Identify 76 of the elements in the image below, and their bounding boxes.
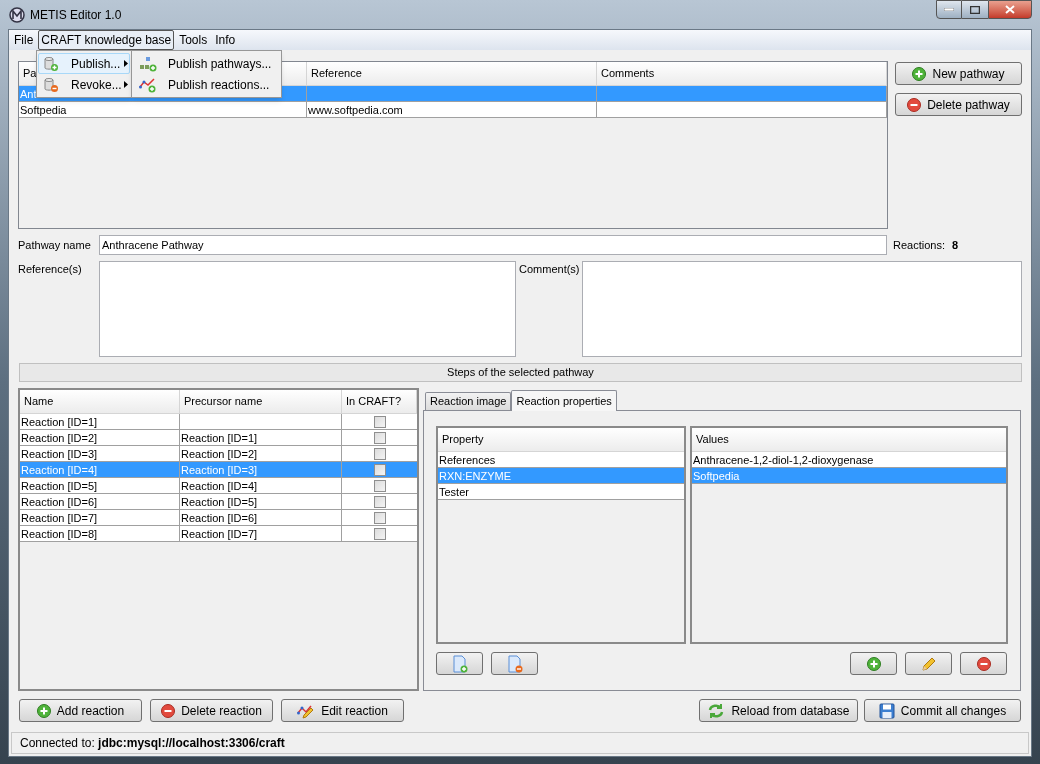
field-label: Comment(s) bbox=[519, 262, 581, 277]
window-title: METIS Editor 1.0 bbox=[30, 6, 122, 24]
pencil-icon bbox=[920, 655, 937, 672]
minus-icon bbox=[161, 703, 176, 718]
pathway-name-field[interactable]: Anthracene Pathway bbox=[99, 235, 887, 255]
reload-button[interactable]: Reload from database bbox=[699, 699, 858, 722]
database-add-icon bbox=[43, 55, 59, 72]
field-label: Reference(s) bbox=[18, 262, 83, 277]
table-cell: www.softpedia.com bbox=[307, 102, 597, 118]
menu-item[interactable]: Info bbox=[212, 30, 239, 50]
close-icon bbox=[1005, 5, 1015, 14]
add-reaction-button[interactable]: Add reaction bbox=[19, 699, 142, 722]
table-cell: Reaction [ID=7] bbox=[180, 526, 342, 542]
checkbox[interactable] bbox=[373, 431, 386, 444]
tab[interactable]: Reaction image bbox=[425, 392, 512, 410]
edit-value-button[interactable] bbox=[905, 652, 952, 675]
remove-property-button[interactable] bbox=[491, 652, 538, 675]
graph-plus-icon bbox=[139, 76, 157, 93]
column-header[interactable]: In CRAFT? bbox=[342, 390, 417, 414]
new-pathway-button[interactable]: New pathway bbox=[895, 62, 1022, 85]
list-item[interactable]: References bbox=[438, 452, 684, 468]
checkbox[interactable] bbox=[373, 415, 386, 428]
plus-icon bbox=[36, 703, 51, 718]
remove-value-button[interactable] bbox=[960, 652, 1007, 675]
add-property-button[interactable] bbox=[436, 652, 483, 675]
submenu-arrow-icon bbox=[124, 60, 128, 67]
edit-reaction-button[interactable]: Edit reaction bbox=[281, 699, 404, 722]
menu-item[interactable]: Publish pathways... bbox=[133, 53, 280, 74]
maximize-icon bbox=[970, 5, 980, 14]
refresh-icon bbox=[707, 702, 726, 719]
menu-item[interactable]: File bbox=[11, 30, 37, 50]
reactions-count: 8 bbox=[952, 237, 959, 253]
minus-icon bbox=[907, 97, 922, 112]
field-label: Reactions: bbox=[893, 237, 945, 253]
minimize-button[interactable] bbox=[936, 0, 962, 19]
commit-button[interactable]: Commit all changes bbox=[864, 699, 1021, 722]
file-add-icon bbox=[451, 654, 468, 673]
file-remove-icon bbox=[506, 654, 523, 673]
app-logo-icon bbox=[9, 6, 25, 23]
menu-item[interactable]: CRAFT knowledge base bbox=[38, 30, 175, 50]
minimize-icon bbox=[944, 8, 954, 11]
plus-icon bbox=[912, 66, 927, 81]
references-field[interactable] bbox=[98, 261, 516, 357]
field-label: Pathway name bbox=[18, 237, 92, 253]
checkbox[interactable] bbox=[373, 447, 386, 460]
column-header[interactable]: Values bbox=[692, 428, 1006, 452]
maximize-button[interactable] bbox=[962, 0, 988, 19]
column-header[interactable]: Precursor name bbox=[180, 390, 342, 414]
column-header[interactable]: Property bbox=[438, 428, 684, 452]
checkbox[interactable] bbox=[373, 479, 386, 492]
diagram-plus-icon bbox=[139, 55, 157, 72]
close-button[interactable] bbox=[988, 0, 1032, 19]
list-item[interactable]: Anthracene-1,2-diol-1,2-dioxygenase bbox=[692, 452, 1006, 468]
menu-item[interactable]: Tools bbox=[176, 30, 211, 50]
checkbox[interactable] bbox=[373, 463, 386, 476]
plus-icon bbox=[866, 656, 881, 671]
tab[interactable]: Reaction properties bbox=[511, 390, 617, 411]
column-header[interactable]: Reference bbox=[307, 62, 597, 86]
comments-field[interactable] bbox=[581, 261, 1022, 357]
column-header[interactable]: Name bbox=[20, 390, 180, 414]
checkbox[interactable] bbox=[373, 511, 386, 524]
minus-icon bbox=[976, 656, 991, 671]
connection-status: Connected to: jdbc:mysql://localhost:3306/craft bbox=[20, 735, 285, 752]
delete-pathway-button[interactable]: Delete pathway bbox=[895, 93, 1022, 116]
checkbox[interactable] bbox=[373, 495, 386, 508]
column-header[interactable]: Comments bbox=[597, 62, 887, 86]
submenu-arrow-icon bbox=[124, 81, 128, 88]
menu-item[interactable]: Publish... bbox=[38, 53, 130, 74]
delete-reaction-button[interactable]: Delete reaction bbox=[150, 699, 273, 722]
list-item[interactable]: Tester bbox=[438, 484, 684, 500]
checkbox[interactable] bbox=[373, 527, 386, 540]
table-cell: Reaction [ID=8] bbox=[20, 526, 180, 542]
add-value-button[interactable] bbox=[850, 652, 897, 675]
database-remove-icon bbox=[43, 76, 59, 93]
table-cell: Softpedia bbox=[19, 102, 307, 118]
section-header: Steps of the selected pathway bbox=[19, 363, 1022, 382]
